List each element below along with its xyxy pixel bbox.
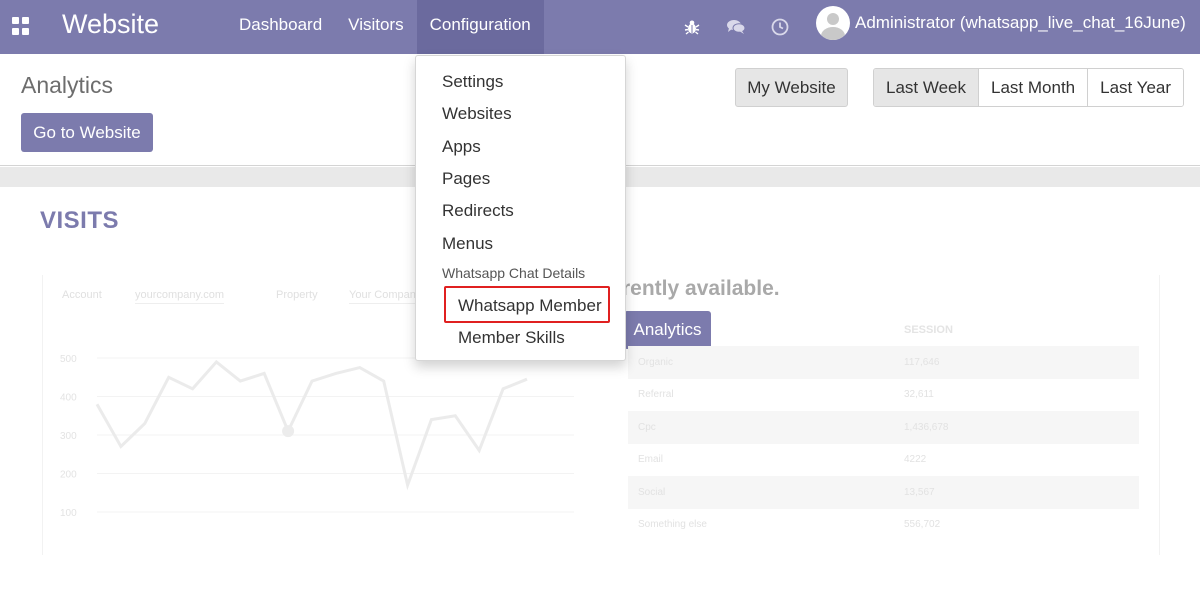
table-cell: Referral — [638, 389, 674, 401]
apps-grid-icon[interactable] — [12, 17, 30, 35]
session-column-header: SESSION — [904, 324, 953, 336]
unavailable-notice: rently available. — [622, 277, 780, 300]
analytics-button[interactable]: Analytics — [624, 311, 711, 349]
chat-icon[interactable] — [714, 0, 758, 54]
go-to-website-button[interactable]: Go to Website — [21, 113, 153, 152]
app-brand-title: Website — [62, 9, 160, 39]
faded-filter-value: yourcompany.com — [135, 289, 225, 304]
table-row: Referral 32,611 — [628, 379, 1139, 412]
chart-tick-label: 300 — [60, 431, 77, 442]
dropdown-section-header: Whatsapp Chat Details — [442, 265, 586, 281]
table-cell: 117,646 — [904, 356, 940, 368]
table-row: Social 13,567 — [628, 476, 1139, 509]
dropdown-item-settings[interactable]: Settings — [442, 72, 503, 92]
table-cell: 4222 — [904, 454, 927, 466]
table-cell: Cpc — [638, 421, 656, 433]
clock-icon[interactable] — [758, 0, 802, 54]
faded-filter-label: Account — [62, 289, 102, 301]
range-last-year-button[interactable]: Last Year — [1087, 69, 1184, 106]
table-cell: 556,702 — [904, 519, 941, 531]
dropdown-item-menus[interactable]: Menus — [442, 234, 493, 254]
faded-visits-chart: 500 400 300 200 100 — [60, 354, 574, 519]
range-last-month-button[interactable]: Last Month — [978, 69, 1088, 106]
dropdown-item-websites[interactable]: Websites — [442, 104, 512, 124]
chart-line — [95, 359, 528, 491]
table-row: Cpc 1,436,678 — [628, 411, 1139, 444]
user-menu[interactable]: Administrator (whatsapp_live_chat_16June… — [816, 6, 1186, 40]
table-cell: Organic — [638, 356, 674, 368]
sources-table: Organic 117,646 Referral 32,611 Cpc 1,436,6… — [628, 346, 1139, 541]
avatar — [816, 6, 850, 40]
bug-icon[interactable] — [670, 0, 714, 54]
chart-tick-label: 500 — [60, 354, 77, 365]
table-row: Organic 117,646 — [628, 346, 1139, 379]
visits-heading: VISITS — [40, 207, 120, 234]
chart-tick-label: 400 — [60, 393, 77, 404]
dropdown-item-whatsapp-member[interactable]: Whatsapp Member — [458, 296, 602, 316]
dropdown-item-apps[interactable]: Apps — [442, 137, 481, 157]
range-last-week-button[interactable]: Last Week — [874, 69, 979, 106]
my-website-button[interactable]: My Website — [735, 68, 848, 107]
main-menu: Dashboard Visitors Configuration — [226, 0, 544, 54]
menu-visitors[interactable]: Visitors — [335, 0, 416, 54]
page-title: Analytics — [21, 72, 114, 98]
faded-filter-label: Property — [276, 289, 318, 301]
menu-dashboard[interactable]: Dashboard — [226, 0, 335, 54]
table-cell: Something else — [638, 519, 707, 531]
date-range-selector: Last Week Last Month Last Year — [873, 68, 1185, 107]
user-name: Administrator (whatsapp_live_chat_16June… — [855, 13, 1186, 32]
table-cell: 32,611 — [904, 389, 934, 401]
chart-tick-label: 100 — [60, 508, 77, 519]
table-cell: 13,567 — [904, 486, 935, 498]
table-cell: Email — [638, 454, 664, 466]
table-row: Something else 556,702 — [628, 509, 1139, 542]
table-row: Email 4222 — [628, 444, 1139, 477]
systray — [670, 0, 802, 54]
top-navbar: Website Dashboard Visitors Configuration… — [0, 0, 1200, 54]
table-cell: 1,436,678 — [904, 421, 949, 433]
menu-configuration[interactable]: Configuration — [416, 0, 544, 54]
chart-point — [282, 425, 295, 438]
dropdown-item-pages[interactable]: Pages — [442, 169, 490, 189]
table-cell: Social — [638, 486, 666, 498]
dropdown-item-member-skills[interactable]: Member Skills — [458, 328, 565, 348]
configuration-dropdown-menu: Settings Websites Apps Pages Redirects M… — [415, 55, 626, 361]
dropdown-item-redirects[interactable]: Redirects — [442, 201, 514, 221]
faded-filter-value: Your Company — [349, 289, 422, 304]
chart-tick-label: 200 — [60, 470, 77, 481]
